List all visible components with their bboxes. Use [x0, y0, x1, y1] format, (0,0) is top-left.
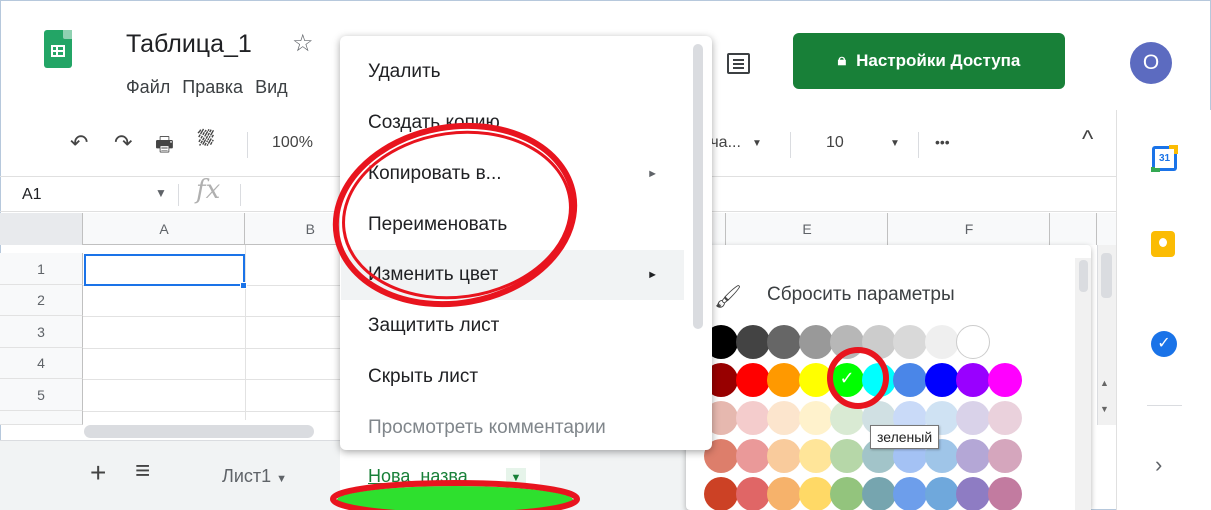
red-annotation-circle [827, 347, 889, 409]
annotation-layer [330, 122, 889, 510]
red-annotation-ellipse [332, 122, 578, 308]
